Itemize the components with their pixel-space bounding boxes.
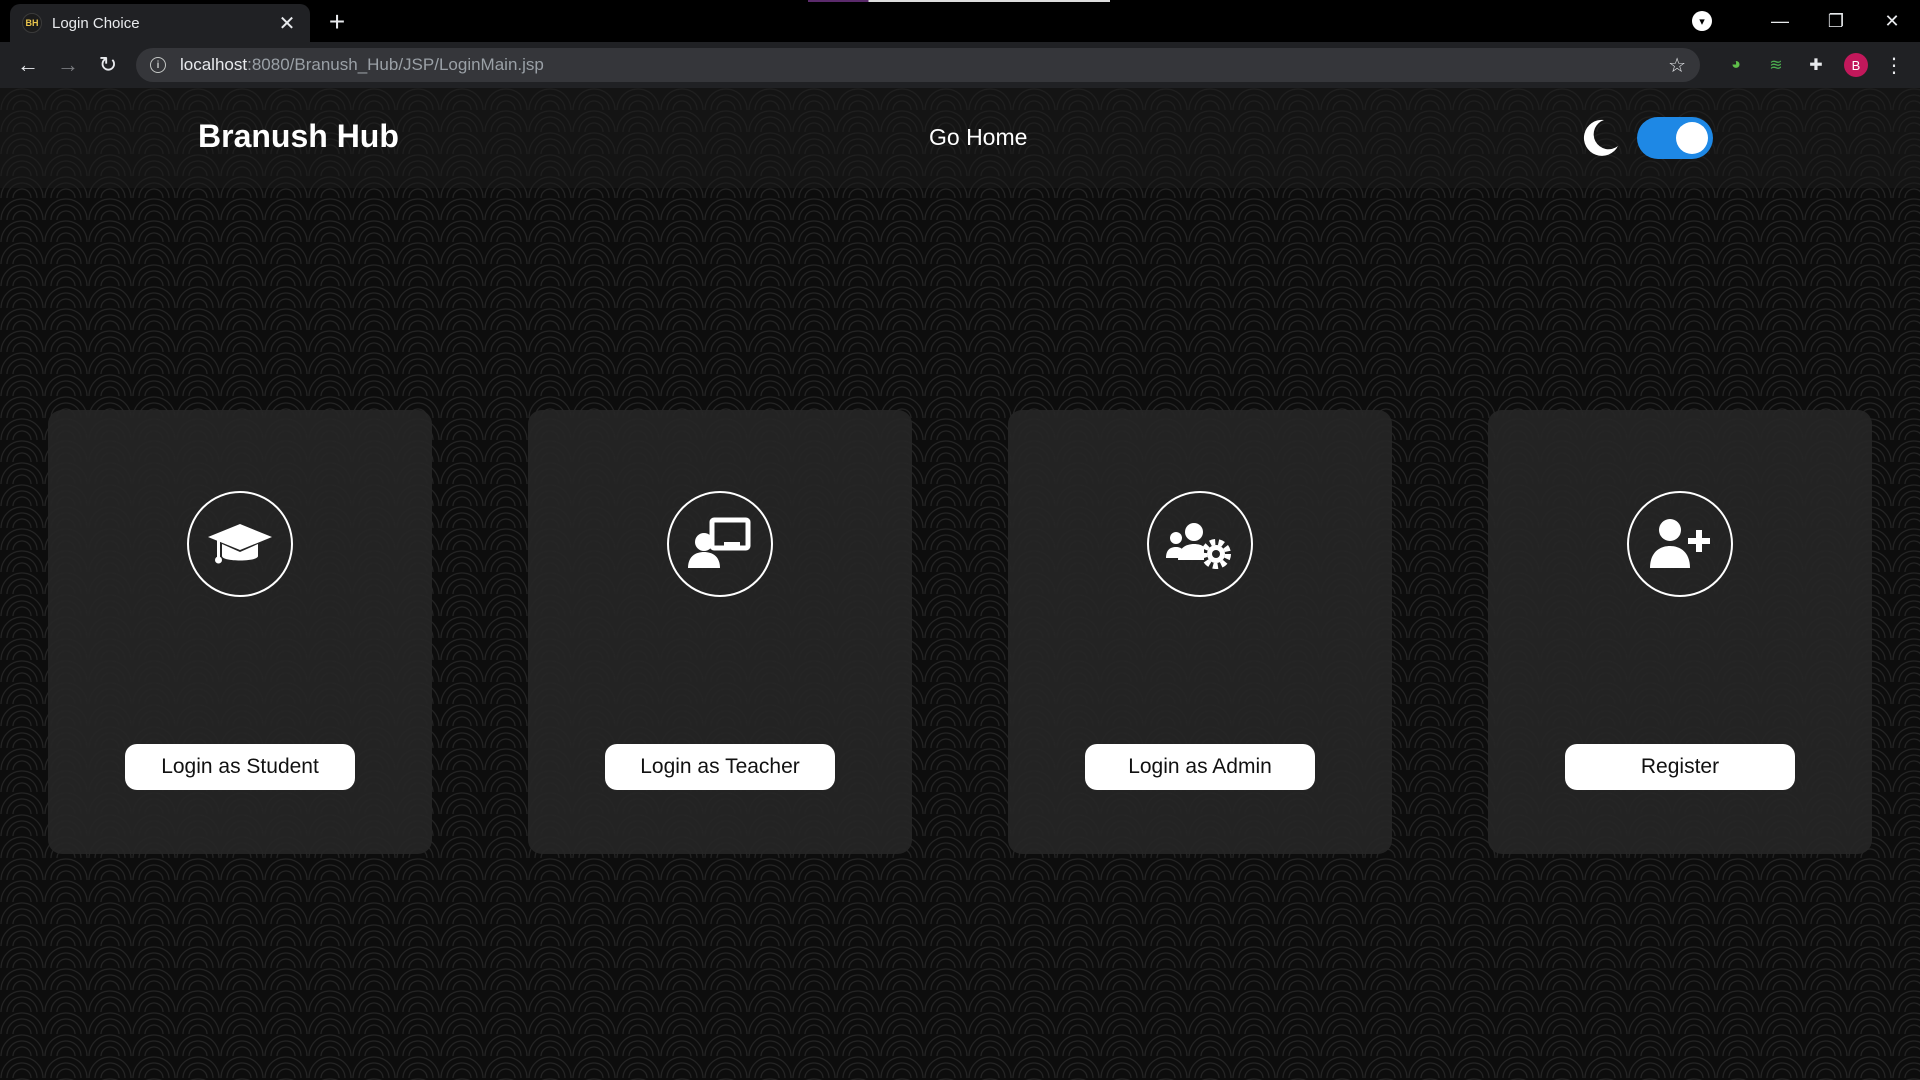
close-window-icon[interactable]: ✕ xyxy=(1864,11,1920,32)
forward-icon[interactable]: → xyxy=(48,52,88,78)
extension-shield-icon[interactable]: ≋ xyxy=(1764,53,1788,77)
new-tab-icon[interactable]: + xyxy=(322,6,352,38)
student-card: Login as Student xyxy=(48,410,432,854)
toggle-knob xyxy=(1676,122,1708,154)
url-host: localhost xyxy=(180,55,248,74)
back-icon[interactable]: ← xyxy=(8,52,48,78)
page-body: Branush Hub Go Home Login as Student Log… xyxy=(0,88,1920,1080)
user-plus-icon xyxy=(1627,491,1733,597)
profile-avatar[interactable]: B xyxy=(1844,53,1868,77)
loading-bar xyxy=(808,0,1110,2)
site-info-icon[interactable]: i xyxy=(150,57,166,73)
dark-mode-toggle[interactable] xyxy=(1637,117,1713,159)
login-teacher-button[interactable]: Login as Teacher xyxy=(605,744,835,790)
minimize-icon[interactable]: — xyxy=(1752,11,1808,32)
browser-toolbar: ← → ↻ i localhost:8080/Branush_Hub/JSP/L… xyxy=(0,42,1920,88)
admin-card: Login as Admin xyxy=(1008,410,1392,854)
login-admin-button[interactable]: Login as Admin xyxy=(1085,744,1315,790)
login-student-button[interactable]: Login as Student xyxy=(125,744,355,790)
teacher-card: Login as Teacher xyxy=(528,410,912,854)
url-path: :8080/Branush_Hub/JSP/LoginMain.jsp xyxy=(247,55,544,74)
extension-globe-icon[interactable]: ◕ xyxy=(1724,53,1748,77)
address-bar[interactable]: i localhost:8080/Branush_Hub/JSP/LoginMa… xyxy=(136,48,1700,82)
graduation-cap-icon xyxy=(187,491,293,597)
favicon-icon: BH xyxy=(22,13,42,33)
url-text[interactable]: localhost:8080/Branush_Hub/JSP/LoginMain… xyxy=(180,55,1668,75)
tab-close-icon[interactable]: ✕ xyxy=(276,11,298,36)
moon-icon xyxy=(1583,119,1618,156)
go-home-link[interactable]: Go Home xyxy=(929,124,1027,151)
brand-logo[interactable]: Branush Hub xyxy=(198,118,399,155)
users-cog-icon xyxy=(1147,491,1253,597)
extensions-puzzle-icon[interactable]: ✚ xyxy=(1804,53,1828,77)
tab-title: Login Choice xyxy=(52,14,140,32)
site-navbar: Branush Hub Go Home xyxy=(0,88,1920,188)
restore-icon[interactable]: ❐ xyxy=(1808,11,1864,32)
extensions-area: ◕ ≋ ✚ B ⋮ xyxy=(1724,42,1904,88)
window-controls: ▾ — ❐ ✕ xyxy=(1692,0,1920,42)
bookmark-star-icon[interactable]: ☆ xyxy=(1668,53,1686,78)
register-button[interactable]: Register xyxy=(1565,744,1795,790)
register-card: Register xyxy=(1488,410,1872,854)
browser-tabstrip: BH Login Choice ✕ + ▾ — ❐ ✕ xyxy=(0,0,1920,42)
browser-tab[interactable]: BH Login Choice ✕ xyxy=(10,4,310,42)
reload-icon[interactable]: ↻ xyxy=(88,52,128,78)
tab-search-icon[interactable]: ▾ xyxy=(1692,11,1712,31)
chalkboard-teacher-icon xyxy=(667,491,773,597)
browser-menu-icon[interactable]: ⋮ xyxy=(1884,53,1904,78)
